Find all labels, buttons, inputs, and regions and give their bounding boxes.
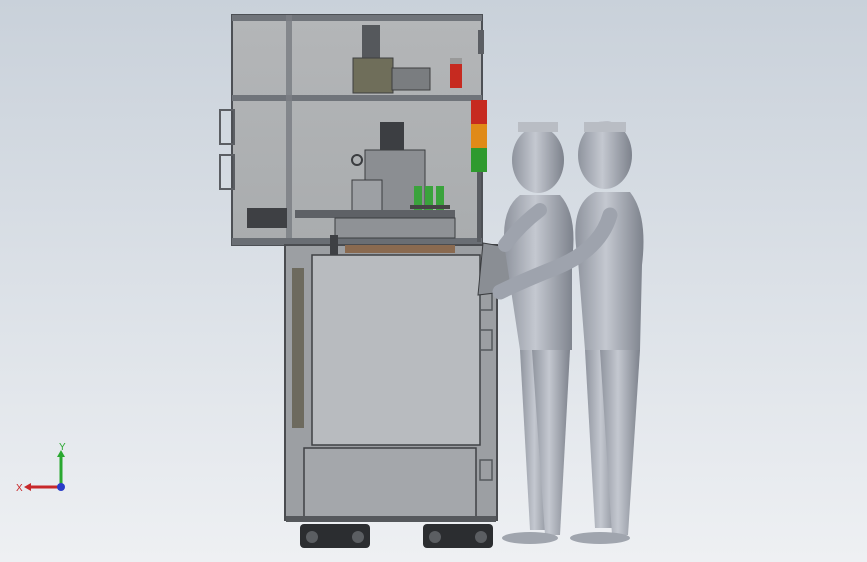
graphics-viewport[interactable]: X Y [0, 0, 867, 562]
upper-enclosure [219, 14, 484, 246]
casters [300, 524, 493, 548]
y-axis-label: Y [59, 442, 66, 453]
z-axis-marker [57, 483, 65, 491]
lower-cabinet [284, 235, 498, 522]
x-axis-arrowhead [24, 483, 31, 491]
machine-assembly-model[interactable] [0, 0, 867, 562]
orientation-triad[interactable]: X Y [14, 440, 78, 504]
operator-mannequin-front [498, 122, 574, 544]
x-axis-label: X [16, 483, 23, 494]
